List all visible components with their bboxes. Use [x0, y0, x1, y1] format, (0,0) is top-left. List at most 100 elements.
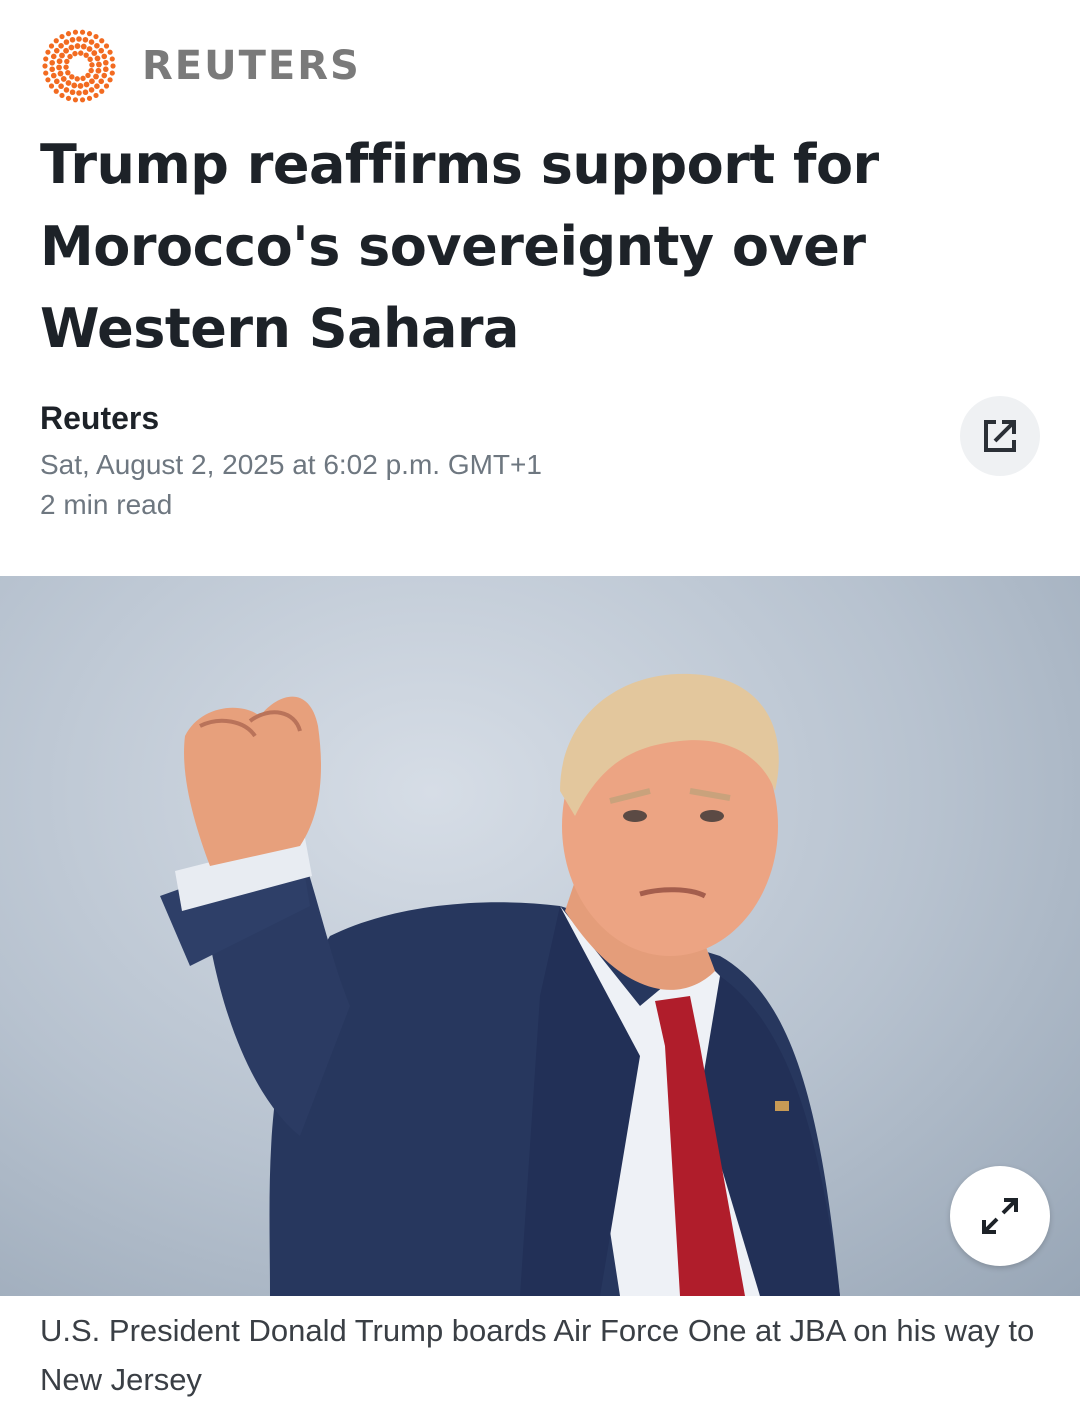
logo-dot	[50, 72, 57, 79]
logo-dot	[72, 29, 79, 35]
logo-dot	[80, 75, 86, 82]
logo-dot	[79, 29, 86, 35]
logo-dot	[98, 78, 105, 85]
logo-dot	[60, 76, 67, 82]
logo-dot	[69, 89, 76, 96]
publisher-logo[interactable]: REUTERS	[40, 28, 361, 104]
logo-dot	[94, 83, 100, 89]
logo-dot	[109, 70, 115, 76]
logo-dot	[71, 82, 78, 89]
share-button[interactable]	[960, 396, 1040, 476]
expand-arrows-icon	[982, 1198, 1018, 1234]
logo-dot	[89, 62, 95, 68]
logo-dot	[82, 89, 89, 96]
logo-dot	[76, 36, 82, 42]
logo-dot	[59, 92, 65, 99]
logo-dot	[94, 42, 100, 49]
logo-dot	[65, 31, 72, 37]
logo-dot	[89, 78, 95, 85]
logo-dot	[95, 67, 102, 74]
logo-dot	[82, 36, 89, 43]
logo-dot	[65, 80, 72, 86]
logo-dot	[42, 63, 48, 69]
logo-dot	[83, 52, 89, 58]
byline-source[interactable]: Reuters	[40, 400, 159, 437]
logo-dot	[88, 67, 94, 74]
logo-dot	[48, 83, 55, 89]
logo-dot	[45, 49, 51, 55]
logo-dot	[94, 55, 101, 62]
publisher-logo-text: REUTERS	[142, 43, 361, 89]
logo-dot	[63, 64, 69, 70]
image-caption: U.S. President Donald Trump boards Air F…	[40, 1313, 1035, 1397]
logo-dot	[103, 43, 110, 49]
logo-dot	[93, 92, 99, 99]
logo-dot	[96, 61, 102, 68]
logo-dot	[99, 38, 105, 44]
logo-dot	[93, 73, 99, 80]
logo-dot	[86, 31, 93, 37]
logo-dot	[48, 43, 55, 49]
logo-dot	[63, 87, 70, 93]
logo-dot	[63, 39, 70, 45]
hero-illustration	[160, 673, 840, 1296]
publish-date: Sat, August 2, 2025 at 6:02 p.m. GMT+1	[40, 449, 542, 480]
logo-dot	[83, 81, 90, 88]
logo-dot	[59, 33, 65, 40]
logo-dot	[58, 83, 64, 90]
logo-dot	[101, 53, 108, 60]
logo-dot	[74, 76, 80, 82]
hero-image[interactable]	[0, 576, 1080, 1296]
logo-dot	[56, 58, 63, 65]
logo-dot	[49, 59, 55, 66]
logo-dot	[43, 56, 49, 62]
logo-dot	[53, 88, 59, 94]
reuters-logo-icon	[42, 29, 116, 103]
logo-dot	[86, 95, 93, 101]
logo-dot	[88, 87, 95, 93]
logo-dot	[76, 90, 82, 96]
logo-dot	[103, 66, 109, 73]
logo-dot	[91, 50, 98, 56]
expand-image-button[interactable]	[950, 1166, 1050, 1266]
logo-dot	[85, 72, 91, 79]
logo-dot	[110, 63, 116, 69]
logo-dot	[63, 47, 69, 54]
logo-dot	[77, 83, 84, 89]
logo-dot	[87, 56, 93, 63]
logo-dot	[72, 97, 79, 103]
logo-dot	[53, 78, 60, 85]
logo-dot	[103, 83, 110, 89]
logo-dot	[56, 64, 62, 71]
logo-dot	[67, 53, 73, 60]
logo-dot	[53, 47, 60, 54]
logo-dot	[57, 70, 64, 77]
logo-dot	[78, 50, 84, 56]
logo-dot	[107, 49, 113, 55]
logo-dot	[68, 44, 75, 51]
logo-dot	[98, 47, 105, 54]
read-time: 2 min read	[40, 489, 173, 520]
logo-dot	[80, 43, 87, 50]
logo-dot	[107, 77, 113, 83]
logo-dot	[50, 53, 57, 60]
logo-dot	[64, 58, 70, 65]
logo-dot	[58, 43, 64, 49]
logo-dot	[109, 56, 115, 62]
logo-dot	[69, 74, 75, 80]
logo-dot	[43, 70, 49, 76]
logo-dot	[65, 69, 71, 76]
logo-dot	[103, 59, 109, 66]
logo-dot	[59, 52, 65, 59]
logo-dot	[74, 43, 81, 49]
logo-dot	[49, 66, 55, 73]
logo-dot	[93, 33, 99, 40]
article-headline: Trump reaffirms support for Morocco's so…	[40, 133, 879, 360]
logo-dot	[79, 97, 86, 103]
external-share-icon	[984, 420, 1016, 452]
logo-dot	[86, 46, 93, 52]
logo-dot	[99, 88, 105, 94]
article-page: REUTERS Trump reaffirms support for Moro…	[0, 0, 1080, 1426]
logo-dot	[72, 50, 78, 57]
logo-dot	[69, 36, 76, 43]
